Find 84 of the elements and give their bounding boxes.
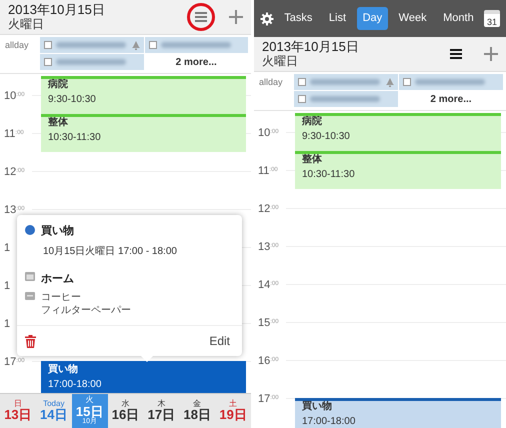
checkbox[interactable] (298, 95, 306, 103)
allday-event[interactable] (144, 37, 248, 53)
menu-icon (195, 12, 207, 22)
plus-icon (229, 10, 243, 24)
checkbox[interactable] (44, 41, 52, 49)
trash-icon (25, 334, 36, 348)
allday-event[interactable] (40, 54, 144, 70)
allday-event[interactable] (294, 91, 398, 107)
view-tab[interactable]: Week (392, 6, 433, 30)
edit-button[interactable]: Edit (209, 332, 230, 350)
hour-label: 13$^{:00}$ (4, 203, 25, 218)
blurred-text (56, 59, 126, 65)
allday-label: allday (5, 39, 30, 52)
hour-label: 10$^{:00}$ (4, 89, 25, 104)
event-block[interactable]: 買い物 17:00-18:00 (41, 361, 246, 393)
hour-label: 10$^{:00}$ (258, 126, 279, 141)
settings-icon[interactable] (260, 12, 274, 26)
header-weekday: 火曜日 (262, 54, 299, 68)
note-icon (25, 291, 35, 301)
event-time: 9:30-10:30 (48, 94, 97, 106)
delete-button[interactable] (25, 334, 36, 348)
event-time: 10:30-11:30 (48, 132, 102, 144)
date-tab[interactable]: Today 14日 (36, 394, 72, 428)
hour-label: 12$^{:00}$ (258, 202, 279, 217)
hour-label: 16$^{:00}$ (258, 354, 279, 369)
hour-label: 1 (4, 279, 10, 294)
add-button[interactable] (229, 10, 243, 24)
blurred-text (310, 96, 380, 102)
date-tab[interactable]: 金 18日 (179, 394, 216, 428)
checkbox[interactable] (44, 58, 52, 66)
event-title: 整体 (48, 117, 69, 129)
hour-label: 15$^{:00}$ (258, 316, 279, 331)
hour-label: 1 (4, 317, 10, 332)
allday-event[interactable] (294, 74, 398, 90)
calendar-name: ホーム (41, 272, 74, 286)
event-time: 9:30-10:30 (302, 131, 351, 143)
view-tab[interactable]: Month (437, 6, 480, 30)
hour-label: 13$^{:00}$ (258, 240, 279, 255)
event-title: 整体 (302, 154, 323, 166)
hour-label: 11$^{:00}$ (258, 164, 278, 179)
calendar-icon (25, 270, 35, 280)
event-block[interactable]: 整体 10:30-11:30 (41, 114, 246, 152)
more-link[interactable]: 2 more... (144, 54, 248, 71)
popover-title: 買い物 (41, 224, 74, 239)
checkbox[interactable] (298, 78, 306, 86)
blurred-text (310, 79, 380, 85)
event-block[interactable]: 整体 10:30-11:30 (295, 151, 501, 189)
blurred-text (160, 42, 230, 48)
event-title: 買い物 (48, 364, 79, 376)
blurred-text (415, 79, 485, 85)
hour-label: 14$^{:00}$ (258, 278, 279, 293)
checkbox[interactable] (403, 78, 411, 86)
hour-label: 17$^{:00}$ (258, 392, 279, 407)
more-link[interactable]: 2 more... (399, 91, 503, 108)
header-date: 2013年10月15日 (8, 2, 106, 18)
date-tab[interactable]: 水 16日 (108, 394, 144, 428)
date-tab[interactable]: 土 19日 (215, 394, 251, 428)
hour-label: 1 (4, 241, 10, 256)
date-tab[interactable]: 木 17日 (143, 394, 180, 428)
date-tab[interactable]: 日 13日 (0, 394, 36, 428)
event-block[interactable]: 買い物 17:00-18:00 (295, 398, 501, 428)
event-title: 買い物 (302, 401, 333, 413)
note-line: コーヒー (41, 291, 82, 304)
add-button[interactable] (484, 47, 498, 61)
view-tab[interactable]: Tasks (278, 6, 318, 30)
header-date: 2013年10月15日 (262, 40, 360, 55)
checkbox[interactable] (148, 41, 156, 49)
event-time: 17:00-18:00 (302, 416, 356, 428)
allday-label: allday (259, 76, 284, 89)
menu-icon (450, 49, 462, 59)
note-line: フィルターペーパー (41, 304, 131, 317)
hour-label: 12$^{:00}$ (4, 165, 25, 180)
calendar-icon[interactable]: 31 (484, 10, 500, 27)
allday-event[interactable] (399, 74, 503, 90)
popover-datetime: 10月15日火曜日 17:00 - 18:00 (43, 244, 178, 258)
plus-icon (484, 47, 498, 61)
event-time: 10:30-11:30 (302, 169, 356, 181)
allday-event[interactable] (40, 37, 144, 53)
hour-label: 11$^{:00}$ (4, 127, 24, 142)
event-time: 17:00-18:00 (48, 379, 102, 391)
hour-label: 17$^{:00}$ (4, 355, 25, 370)
blurred-text (56, 42, 126, 48)
header-weekday: 火曜日 (8, 18, 45, 32)
view-tab[interactable]: List (322, 6, 352, 30)
